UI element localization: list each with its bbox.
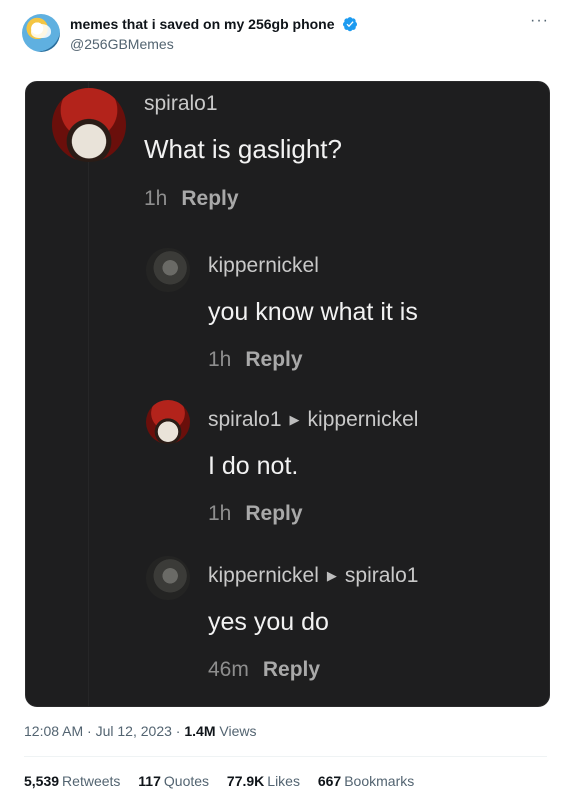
views-label: Views (219, 723, 257, 739)
comment-meta: 46m Reply (208, 658, 320, 682)
comment-3: spiralo1 ▶ kippernickel I do not. 1h Reply (26, 398, 549, 538)
bookmarks-count: 667 (317, 773, 342, 789)
comment-meta: 1h Reply (208, 348, 303, 372)
comment-text: you know what it is (208, 298, 418, 326)
tweet-timestamp: 12:08 AM · Jul 12, 2023 · 1.4M Views (24, 723, 256, 739)
comment-username-to: spiralo1 (344, 564, 419, 587)
author-handle[interactable]: @256GBMemes (70, 36, 358, 52)
comment-time: 1h (144, 187, 168, 210)
comment-text: yes you do (208, 608, 329, 636)
comment-reply-button: Reply (245, 348, 303, 371)
comment-username-from: spiralo1 (208, 408, 282, 431)
comment-time: 1h (208, 348, 232, 371)
tweet-date[interactable]: Jul 12, 2023 (96, 723, 172, 739)
comment-2: kippernickel you know what it is 1h Reply (26, 242, 549, 382)
reply-arrow-icon: ▶ (289, 412, 300, 427)
comment-username-from: kippernickel (208, 564, 319, 587)
comment-username-to: kippernickel (307, 408, 419, 431)
tweet-media-image[interactable]: spiralo1 What is gaslight? 1h Reply kippe… (25, 81, 550, 707)
divider (24, 756, 547, 757)
verified-badge-icon (342, 16, 357, 31)
bookmarks-stat[interactable]: 667 Bookmarks (318, 773, 414, 789)
comment-reply-button: Reply (245, 502, 303, 525)
likes-count: 77.9K (226, 773, 265, 789)
quotes-stat[interactable]: 117 Quotes (138, 773, 209, 789)
comment-username: spiralo1 (144, 92, 218, 115)
retweets-stat[interactable]: 5,539 Retweets (24, 773, 120, 789)
views-count: 1.4M (184, 723, 216, 739)
reply-arrow-icon: ▶ (326, 568, 337, 583)
comment-username: kippernickel ▶ spiralo1 (208, 564, 418, 588)
comment-1: spiralo1 What is gaslight? 1h Reply (26, 82, 549, 222)
more-options-icon[interactable]: ··· (530, 12, 549, 30)
retweets-label: Retweets (62, 773, 121, 789)
author-avatar[interactable] (22, 14, 60, 52)
commenter-avatar (52, 88, 126, 162)
engagement-stats: 5,539 Retweets 117 Quotes 77.9K Likes 667 Bo… (24, 773, 428, 789)
author-names: memes that i saved on my 256gb phone @25… (70, 15, 358, 52)
comment-reply-button: Reply (181, 187, 239, 210)
comment-reply-button: Reply (262, 658, 321, 681)
commenter-avatar (146, 248, 190, 292)
quotes-label: Quotes (163, 773, 210, 789)
author-display-name[interactable]: memes that i saved on my 256gb phone (70, 16, 335, 32)
commenter-avatar (146, 400, 190, 444)
likes-label: Likes (267, 773, 300, 789)
comment-4: kippernickel ▶ spiralo1 yes you do 46m Repl… (26, 554, 549, 694)
tweet: memes that i saved on my 256gb phone @25… (0, 0, 567, 800)
comment-text: What is gaslight? (144, 134, 342, 164)
comment-username: kippernickel (208, 254, 319, 277)
bookmarks-label: Bookmarks (344, 773, 415, 789)
comment-time: 46m (208, 658, 249, 681)
tweet-header: memes that i saved on my 256gb phone @25… (22, 12, 553, 60)
comment-text: I do not. (208, 452, 299, 480)
comment-meta: 1h Reply (144, 187, 239, 211)
comment-time: 1h (208, 502, 232, 525)
likes-stat[interactable]: 77.9K Likes (227, 773, 300, 789)
quotes-count: 117 (138, 773, 161, 789)
comment-meta: 1h Reply (208, 502, 303, 526)
tweet-time[interactable]: 12:08 AM (24, 723, 83, 739)
separator: · (87, 723, 92, 739)
separator: · (175, 723, 181, 739)
commenter-avatar (146, 556, 190, 600)
comment-username: spiralo1 ▶ kippernickel (208, 408, 418, 432)
retweets-count: 5,539 (24, 773, 60, 789)
